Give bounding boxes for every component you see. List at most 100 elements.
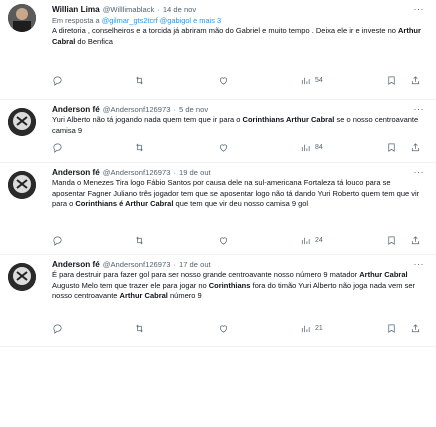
like-button[interactable] [218, 235, 229, 246]
tweet-text: Manda o Menezes Tira logo Fábio Santos p… [52, 178, 424, 210]
reply-icon [53, 236, 62, 246]
tweet-header: Anderson fé @Andersonf126973 · 19 de out [52, 167, 424, 178]
like-button[interactable] [218, 142, 229, 153]
tweet-text-highlight: Corinthians Arthur Cabral [242, 115, 335, 124]
separator: · [173, 260, 176, 269]
author-handle[interactable]: @Andersonf126973 [103, 259, 171, 270]
bookmark-button[interactable] [386, 142, 397, 153]
tweet-content: Anderson fé @Andersonf126973 · 19 de out… [52, 167, 424, 210]
retweet-icon [136, 324, 143, 333]
separator: · [173, 168, 176, 177]
author-name[interactable]: Anderson fé [52, 259, 100, 270]
reply-handles[interactable]: @gilmar_gts2tcrf @gabigol e mais 3 [102, 16, 221, 25]
bookmark-icon [388, 143, 395, 152]
tweet[interactable]: Anderson fé @Andersonf126973 · 5 de nov … [0, 100, 436, 163]
tweet-header: Anderson fé @Andersonf126973 · 5 de nov [52, 104, 424, 115]
retweet-button[interactable] [134, 323, 145, 334]
bookmark-button[interactable] [386, 75, 397, 86]
bookmark-button[interactable] [386, 323, 397, 334]
share-icon [411, 76, 420, 85]
tweet-content: Willian Lima @Willlimablack · 14 de nov … [52, 4, 424, 47]
tweet-text-highlight: Corinthians [208, 280, 251, 290]
views-icon [301, 237, 310, 245]
avatar[interactable] [8, 263, 36, 291]
tweet-text: É para destruir para fazer gol para ser … [52, 270, 424, 302]
tweet-actions: 54 [52, 75, 424, 87]
avatar[interactable] [8, 108, 36, 136]
reply-button[interactable] [52, 75, 63, 86]
bookmark-icon [388, 76, 395, 85]
views-icon [301, 77, 310, 85]
reply-button[interactable] [52, 235, 63, 246]
share-button[interactable] [410, 235, 421, 246]
tweet[interactable]: Anderson fé @Andersonf126973 · 19 de out… [0, 163, 436, 255]
views-button[interactable]: 54 [300, 75, 323, 86]
tweet-actions: 21 [52, 323, 424, 335]
tweet-text-part: do Benfica [75, 36, 113, 46]
avatar[interactable] [8, 171, 36, 199]
author-handle[interactable]: @Andersonf126973 [103, 167, 171, 178]
views-count: 54 [315, 77, 323, 84]
reply-icon [53, 76, 62, 86]
like-icon [219, 144, 228, 152]
views-button[interactable]: 84 [300, 142, 323, 153]
tweet-text-part: A diretoria , conselheiros e a torcida j… [52, 26, 399, 35]
tweet-text-part: número 9 [167, 291, 202, 301]
more-dots-icon[interactable]: ··· [414, 167, 425, 177]
tweet[interactable]: Anderson fé @Andersonf126973 · 17 de out… [0, 255, 436, 347]
tweet-date[interactable]: 5 de nov [179, 104, 208, 115]
reply-icon [53, 143, 62, 153]
reply-icon [53, 324, 62, 334]
tweet[interactable]: Willian Lima @Willlimablack · 14 de nov … [0, 0, 436, 100]
tweet-actions: 24 [52, 235, 424, 247]
reply-button[interactable] [52, 142, 63, 153]
author-handle[interactable]: @Andersonf126973 [103, 104, 171, 115]
retweet-button[interactable] [134, 142, 145, 153]
author-handle[interactable]: @Willlimablack [103, 4, 155, 15]
bookmark-button[interactable] [386, 235, 397, 246]
tweet-content: Anderson fé @Andersonf126973 · 17 de out… [52, 259, 424, 302]
share-icon [411, 236, 420, 245]
more-dots-icon[interactable]: ··· [414, 259, 425, 269]
retweet-button[interactable] [134, 75, 145, 86]
like-icon [219, 77, 228, 85]
share-button[interactable] [410, 323, 421, 334]
views-count: 24 [315, 237, 323, 244]
tweet-actions: 84 [52, 142, 424, 154]
share-button[interactable] [410, 75, 421, 86]
views-button[interactable]: 21 [300, 323, 323, 334]
views-icon [301, 325, 310, 333]
like-button[interactable] [218, 323, 229, 334]
reply-context: Em resposta a @gilmar_gts2tcrf @gabigol … [52, 15, 424, 26]
tweet-text-highlight: Arthur Cabral [359, 270, 408, 279]
like-button[interactable] [218, 75, 229, 86]
views-button[interactable]: 24 [300, 235, 323, 246]
tweet-text-part: É para destruir para fazer gol para ser … [52, 270, 360, 279]
author-name[interactable]: Anderson fé [52, 104, 100, 115]
views-icon [301, 144, 310, 152]
like-icon [219, 237, 228, 245]
author-name[interactable]: Willian Lima [52, 4, 100, 15]
reply-button[interactable] [52, 323, 63, 334]
tweet-header: Willian Lima @Willlimablack · 14 de nov [52, 4, 424, 15]
bookmark-icon [388, 324, 395, 333]
tweet-text: A diretoria , conselheiros e a torcida j… [52, 26, 424, 47]
tweet-text-part: Augusto Melo tem que trazer ele para jog… [52, 280, 209, 290]
separator: · [173, 105, 176, 114]
share-button[interactable] [410, 142, 421, 153]
tweet-text-part: que tem que vir deu nosso camisa 9 gol [173, 199, 309, 209]
author-name[interactable]: Anderson fé [52, 167, 100, 178]
retweet-icon [136, 236, 143, 245]
like-icon [219, 325, 228, 333]
tweet-date[interactable]: 17 de out [179, 259, 211, 270]
tweet-date[interactable]: 19 de out [179, 167, 211, 178]
avatar[interactable] [8, 4, 36, 32]
retweet-button[interactable] [134, 235, 145, 246]
tweet-text-part: Yuri Alberto não tá jogando nada quem te… [52, 115, 243, 124]
tweet-date[interactable]: 14 de nov [163, 4, 196, 15]
more-dots-icon[interactable]: ··· [414, 4, 425, 14]
more-dots-icon[interactable]: ··· [414, 104, 425, 114]
bookmark-icon [388, 236, 395, 245]
tweet-text-highlight: Arthur Cabral [119, 291, 168, 301]
tweet-text: Yuri Alberto não tá jogando nada quem te… [52, 115, 424, 136]
